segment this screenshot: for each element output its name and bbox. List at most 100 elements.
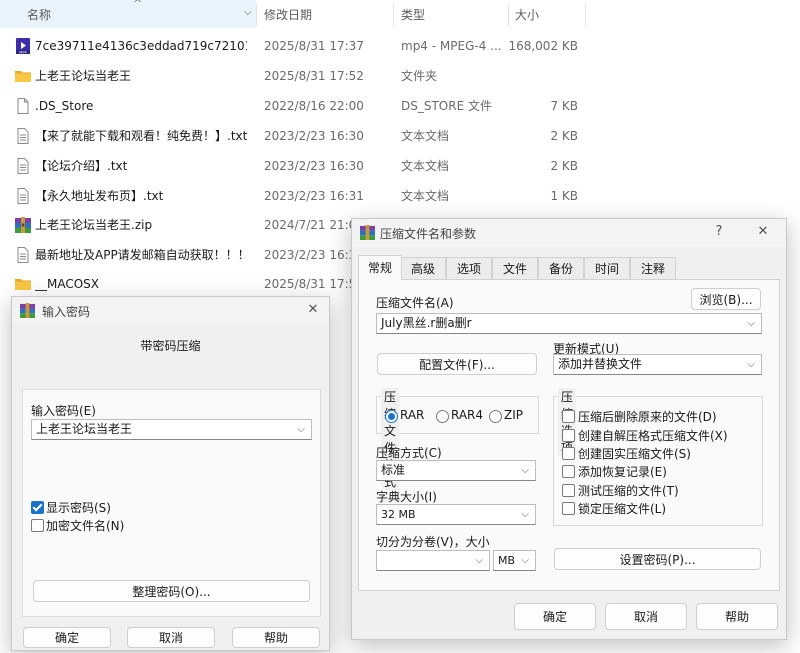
- option-recovery-checkbox[interactable]: [562, 465, 575, 478]
- file-row[interactable]: 【来了就能下载和观看！纯免费！】.txt 2023/2/23 16:30 文本文…: [0, 121, 800, 151]
- tab-backup[interactable]: 备份: [538, 257, 584, 280]
- show-password-checkbox[interactable]: [31, 501, 44, 514]
- file-date: 2022/8/16 22:00: [264, 99, 364, 113]
- option-label: 锁定压缩文件(L): [578, 502, 667, 516]
- file-name: 【来了就能下载和观看！纯免费！】.txt: [35, 129, 247, 143]
- archive-dialog-titlebar[interactable]: 压缩文件名和参数 ? ✕: [352, 219, 786, 247]
- help-icon[interactable]: ?: [709, 224, 729, 239]
- format-rar4-label: RAR4: [451, 408, 484, 422]
- column-header-size[interactable]: 大小: [509, 0, 585, 28]
- tab-comment[interactable]: 注释: [630, 257, 676, 280]
- file-name: 最新地址及APP请发邮箱自动获取！！！....: [35, 248, 247, 262]
- text-file-icon: [17, 188, 29, 204]
- tab-advanced[interactable]: 高级: [400, 257, 446, 280]
- file-date: 2023/2/23 16:30: [264, 129, 364, 143]
- column-header-date[interactable]: 修改日期: [257, 0, 392, 28]
- file-row[interactable]: .DS_Store 2022/8/16 22:00 DS_STORE 文件 7 …: [0, 91, 800, 121]
- tab-general[interactable]: 常规: [358, 255, 402, 280]
- zip-archive-icon: [15, 217, 31, 233]
- option-sfx-checkbox[interactable]: [562, 429, 575, 442]
- file-size: 2 KB: [550, 159, 578, 173]
- set-password-button[interactable]: 设置密码(P)...: [554, 548, 761, 570]
- password-dialog-titlebar[interactable]: 输入密码 ✕: [12, 297, 329, 325]
- chevron-down-icon[interactable]: ⌵: [747, 314, 755, 333]
- file-type: 文本文档: [401, 159, 450, 173]
- file-size: 2 KB: [550, 129, 578, 143]
- file-name: 【论坛介绍】.txt: [35, 159, 128, 173]
- password-help-button[interactable]: 帮助: [232, 627, 320, 648]
- password-dialog-title: 输入密码: [42, 305, 91, 319]
- chevron-down-icon[interactable]: ⌵: [521, 461, 529, 480]
- archive-name-label: 压缩文件名(A): [376, 296, 454, 310]
- chevron-down-icon[interactable]: ⌵: [521, 505, 529, 524]
- archive-help-button[interactable]: 帮助: [696, 603, 778, 630]
- archive-name-input[interactable]: July黑丝.r删a删r ⌵: [376, 313, 762, 334]
- chevron-down-icon[interactable]: ⌵: [297, 420, 305, 439]
- option-delete-after-checkbox[interactable]: [562, 410, 575, 423]
- sort-up-icon: ^: [133, 0, 143, 10]
- password-dialog: 输入密码 ✕ 带密码压缩 输入密码(E) 上老王论坛当老王 ⌵ 显示密码(S) 加…: [11, 296, 330, 651]
- text-file-icon: [17, 158, 29, 174]
- file-row[interactable]: MP4 7ce39711e4136c3eddad719c721015... 20…: [0, 31, 800, 61]
- file-name: 【永久地址发布页】.txt: [35, 189, 164, 203]
- option-lock-checkbox[interactable]: [562, 502, 575, 515]
- tab-time[interactable]: 时间: [584, 257, 630, 280]
- split-unit-select[interactable]: MB ⌵: [493, 550, 536, 571]
- format-rar-radio[interactable]: [385, 410, 398, 423]
- method-label: 压缩方式(C): [376, 446, 442, 460]
- file-row[interactable]: 【永久地址发布页】.txt 2023/2/23 16:31 文本文档 1 KB: [0, 181, 800, 211]
- tab-files[interactable]: 文件: [492, 257, 538, 280]
- winrar-icon: [360, 225, 375, 240]
- file-row[interactable]: 【论坛介绍】.txt 2023/2/23 16:30 文本文档 2 KB: [0, 151, 800, 181]
- show-password-label: 显示密码(S): [46, 501, 111, 515]
- archive-ok-button[interactable]: 确定: [514, 603, 596, 630]
- option-label: 测试压缩的文件(T): [578, 484, 679, 498]
- close-icon[interactable]: ✕: [753, 224, 773, 239]
- column-header-type[interactable]: 类型: [394, 0, 508, 28]
- folder-icon: [15, 279, 31, 290]
- svg-text:MP4: MP4: [19, 50, 27, 54]
- column-header-name[interactable]: 名称 ^ ⌵: [0, 0, 256, 28]
- file-row[interactable]: 上老王论坛当老王 2025/8/31 17:52 文件夹: [0, 61, 800, 91]
- organize-passwords-button[interactable]: 整理密码(O)...: [33, 580, 310, 602]
- file-name: 上老王论坛当老王.zip: [35, 218, 153, 232]
- dict-size-label: 字典大小(I): [376, 490, 437, 504]
- encrypt-filenames-checkbox[interactable]: [31, 519, 44, 532]
- file-date: 2023/2/23 16:30: [264, 159, 364, 173]
- blank-file-icon: [17, 98, 29, 114]
- chevron-down-icon[interactable]: ⌵: [521, 551, 529, 570]
- format-zip-label: ZIP: [504, 408, 523, 422]
- password-cancel-button[interactable]: 取消: [127, 627, 215, 648]
- password-dialog-heading: 带密码压缩: [140, 339, 201, 353]
- chevron-down-icon[interactable]: ⌵: [244, 7, 252, 18]
- dict-size-select[interactable]: 32 MB ⌵: [376, 504, 536, 525]
- close-icon[interactable]: ✕: [303, 302, 323, 317]
- option-test-checkbox[interactable]: [562, 484, 575, 497]
- browse-button[interactable]: 浏览(B)...: [691, 288, 761, 310]
- archive-dialog-title: 压缩文件名和参数: [380, 227, 477, 241]
- password-input[interactable]: 上老王论坛当老王 ⌵: [31, 419, 312, 440]
- archive-cancel-button[interactable]: 取消: [605, 603, 687, 630]
- file-type: DS_STORE 文件: [401, 99, 492, 113]
- option-label: 添加恢复记录(E): [578, 465, 667, 479]
- file-size: 1 KB: [550, 189, 578, 203]
- format-rar4-radio[interactable]: [436, 410, 449, 423]
- profile-button[interactable]: 配置文件(F)...: [377, 353, 537, 375]
- chevron-down-icon[interactable]: ⌵: [747, 355, 755, 374]
- file-name: .DS_Store: [35, 99, 94, 113]
- tab-options[interactable]: 选项: [446, 257, 492, 280]
- option-label: 创建自解压格式压缩文件(X): [578, 429, 728, 443]
- password-ok-button[interactable]: 确定: [23, 627, 111, 648]
- file-size: 7 KB: [550, 99, 578, 113]
- option-solid-checkbox[interactable]: [562, 447, 575, 460]
- format-rar-label: RAR: [400, 408, 425, 422]
- encrypt-filenames-label: 加密文件名(N): [46, 519, 125, 533]
- file-date: 2023/2/23 16:31: [264, 189, 364, 203]
- chevron-down-icon[interactable]: ⌵: [475, 551, 483, 570]
- split-size-input[interactable]: ⌵: [376, 550, 490, 571]
- format-zip-radio[interactable]: [489, 410, 502, 423]
- file-date: 2025/8/31 17:52: [264, 69, 364, 83]
- update-mode-select[interactable]: 添加并替换文件 ⌵: [553, 354, 762, 375]
- method-select[interactable]: 标准 ⌵: [376, 460, 536, 481]
- file-date: 2025/8/31 17:37: [264, 39, 364, 53]
